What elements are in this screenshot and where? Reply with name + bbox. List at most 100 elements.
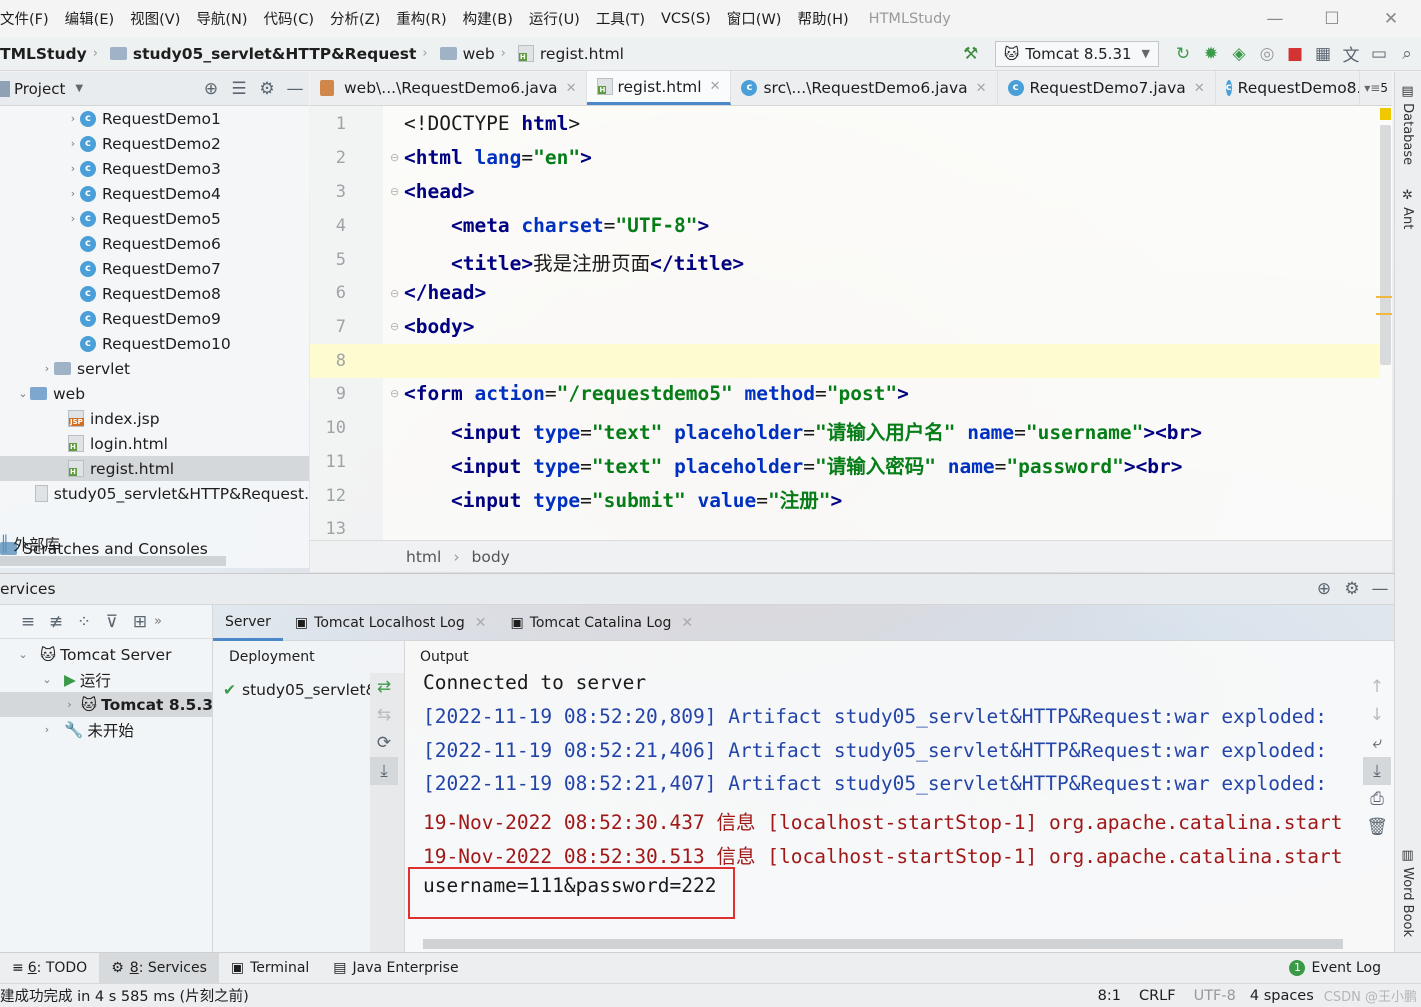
- close-tab-icon[interactable]: ✕: [1194, 81, 1205, 96]
- project-panel-title[interactable]: Project: [14, 80, 65, 98]
- menu-item-11[interactable]: 窗口(W): [719, 8, 790, 29]
- chevron-right-icon[interactable]: ›: [66, 162, 80, 175]
- menu-item-3[interactable]: 导航(N): [188, 8, 255, 29]
- add-service-icon[interactable]: ⊞: [126, 608, 154, 636]
- locate-icon[interactable]: ⊕: [197, 75, 225, 103]
- editor-scrollbar[interactable]: [1380, 125, 1391, 365]
- project-structure-icon[interactable]: ▦: [1309, 40, 1337, 68]
- tree-file-regist[interactable]: Hregist.html: [0, 456, 309, 481]
- ant-tool-button[interactable]: ✲ Ant: [1400, 188, 1415, 229]
- crumb-body[interactable]: body: [472, 548, 510, 566]
- fold-marker-icon[interactable]: ⊖: [390, 320, 399, 333]
- close-window-icon[interactable]: ✕: [1362, 0, 1420, 37]
- refresh-icon[interactable]: ⟳: [370, 729, 398, 757]
- hide-panel-icon[interactable]: —: [1366, 575, 1394, 603]
- editor-tab-2[interactable]: c src\...\RequestDemo6.java ✕: [731, 71, 998, 105]
- menu-item-2[interactable]: 视图(V): [122, 8, 188, 29]
- tree-file-index[interactable]: JSP index.jsp: [0, 406, 309, 431]
- tab-localhost-log[interactable]: ▣ Tomcat Localhost Log ✕: [283, 605, 499, 641]
- tree-item-class[interactable]: c RequestDemo10: [0, 331, 309, 356]
- stop-icon[interactable]: ■: [1281, 40, 1309, 68]
- tree-not-started[interactable]: › 🔧 未开始: [0, 717, 213, 742]
- tree-h-scrollbar[interactable]: [0, 556, 226, 566]
- deployment-item[interactable]: ✔ study05_servlet&: [223, 677, 379, 702]
- maximize-icon[interactable]: ☐: [1303, 0, 1361, 37]
- tree-item-class[interactable]: c RequestDemo6: [0, 231, 309, 256]
- presentation-icon[interactable]: ▭: [1365, 40, 1393, 68]
- chevron-right-icon[interactable]: ›: [66, 112, 80, 125]
- tree-tomcat-instance[interactable]: › 🐱 Tomcat 8.5.3: [0, 692, 213, 717]
- tree-item-class[interactable]: › c RequestDemo4: [0, 181, 309, 206]
- menu-item-9[interactable]: 工具(T): [588, 8, 653, 29]
- event-log-tab[interactable]: 1 Event Log: [1277, 953, 1393, 984]
- close-tab-icon[interactable]: ✕: [681, 615, 693, 631]
- tree-item-class[interactable]: › c RequestDemo3: [0, 156, 309, 181]
- redeploy-icon[interactable]: ⇄: [370, 673, 398, 701]
- tree-folder-servlet[interactable]: › servlet: [0, 356, 309, 381]
- deploy-all-icon[interactable]: ⤓: [370, 757, 398, 785]
- undeploy-icon[interactable]: ⇆: [370, 701, 398, 729]
- rerun-icon[interactable]: ↻: [1169, 40, 1197, 68]
- database-tool-button[interactable]: ▤ Database: [1400, 84, 1415, 165]
- caret-position[interactable]: 8:1: [1098, 988, 1121, 1004]
- menu-item-8[interactable]: 运行(U): [521, 8, 588, 29]
- tab-overflow-button[interactable]: ▾≡ 5: [1360, 71, 1392, 105]
- fold-marker-icon[interactable]: ⊖: [390, 387, 399, 400]
- menu-item-12[interactable]: 帮助(H): [789, 8, 856, 29]
- wordbook-tool-button[interactable]: ▥ Word Book: [1400, 848, 1415, 937]
- profiler-icon[interactable]: ◎: [1253, 40, 1281, 68]
- tab-catalina-log[interactable]: ▣ Tomcat Catalina Log ✕: [498, 605, 705, 641]
- indent-setting[interactable]: 4 spaces: [1250, 988, 1314, 1004]
- tree-folder-web[interactable]: ⌄ web: [0, 381, 309, 406]
- crumb-html[interactable]: html: [406, 548, 441, 566]
- tree-item-class[interactable]: c RequestDemo7: [0, 256, 309, 281]
- line-separator[interactable]: CRLF: [1139, 988, 1176, 1004]
- todo-tab[interactable]: ≡ 6: TODO: [0, 953, 99, 984]
- tree-tomcat-server[interactable]: ⌄ 🐱 Tomcat Server: [0, 642, 213, 667]
- tree-file-login[interactable]: Hlogin.html: [0, 431, 309, 456]
- menu-item-4[interactable]: 代码(C): [256, 8, 322, 29]
- scroll-to-end-icon[interactable]: ⤓: [1363, 757, 1391, 785]
- close-tab-icon[interactable]: ✕: [976, 81, 987, 96]
- run-config-select[interactable]: 🐱 Tomcat 8.5.31 ▼: [994, 40, 1159, 67]
- filter-icon[interactable]: ⊽: [98, 608, 126, 636]
- fold-marker-icon[interactable]: ⊖: [390, 185, 399, 198]
- warning-stripe[interactable]: [1376, 296, 1392, 298]
- breadcrumb-folder[interactable]: web ›: [439, 45, 512, 63]
- chevron-down-icon[interactable]: ▼: [75, 83, 83, 94]
- hide-panel-icon[interactable]: —: [281, 75, 309, 103]
- menu-item-7[interactable]: 构建(B): [455, 8, 521, 29]
- tab-server[interactable]: Server: [213, 605, 283, 641]
- chevron-down-icon[interactable]: ⌄: [16, 387, 30, 400]
- arrow-up-icon[interactable]: ↑: [1363, 673, 1391, 701]
- menu-item-0[interactable]: 文件(F): [0, 8, 57, 29]
- chevron-right-icon[interactable]: ›: [66, 187, 80, 200]
- fold-marker-icon[interactable]: ⊖: [390, 287, 399, 300]
- editor-tab-0[interactable]: web\...\RequestDemo6.java ✕: [310, 71, 588, 105]
- soft-wrap-icon[interactable]: ⤶: [1363, 729, 1391, 757]
- output-h-scrollbar[interactable]: [423, 939, 1343, 949]
- editor-tab-1[interactable]: Hregist.html ✕: [587, 71, 732, 105]
- gear-icon[interactable]: ⚙: [253, 75, 281, 103]
- breadcrumb-file[interactable]: Hregist.html: [517, 45, 624, 63]
- breadcrumb-project[interactable]: TMLStudy ›: [0, 45, 104, 63]
- tree-file-iml[interactable]: study05_servlet&HTTP&Request.: [0, 481, 309, 506]
- chevron-right-icon[interactable]: ›: [66, 212, 80, 225]
- menu-item-5[interactable]: 分析(Z): [322, 8, 388, 29]
- coverage-icon[interactable]: ◈: [1225, 40, 1253, 68]
- tree-external-libs[interactable]: ║ 外部库: [0, 531, 309, 556]
- gear-icon[interactable]: ⚙: [1338, 575, 1366, 603]
- menu-item-1[interactable]: 编辑(E): [57, 8, 122, 29]
- services-tab[interactable]: ⚙ 8: Services: [99, 952, 219, 984]
- expand-all-icon[interactable]: ≡: [14, 608, 42, 636]
- minimize-icon[interactable]: —: [1246, 0, 1304, 37]
- menu-item-6[interactable]: 重构(R): [388, 8, 454, 29]
- locate-icon[interactable]: ⊕: [1310, 575, 1338, 603]
- group-icon[interactable]: ⁘: [70, 608, 98, 636]
- collapse-all-icon[interactable]: ☰: [225, 75, 253, 103]
- close-tab-icon[interactable]: ✕: [710, 79, 721, 94]
- translate-icon[interactable]: 文: [1337, 40, 1365, 68]
- trash-icon[interactable]: 🗑: [1363, 813, 1391, 841]
- java-enterprise-tab[interactable]: ▤ Java Enterprise: [321, 953, 470, 984]
- editor-tab-3[interactable]: c RequestDemo7.java ✕: [998, 71, 1216, 105]
